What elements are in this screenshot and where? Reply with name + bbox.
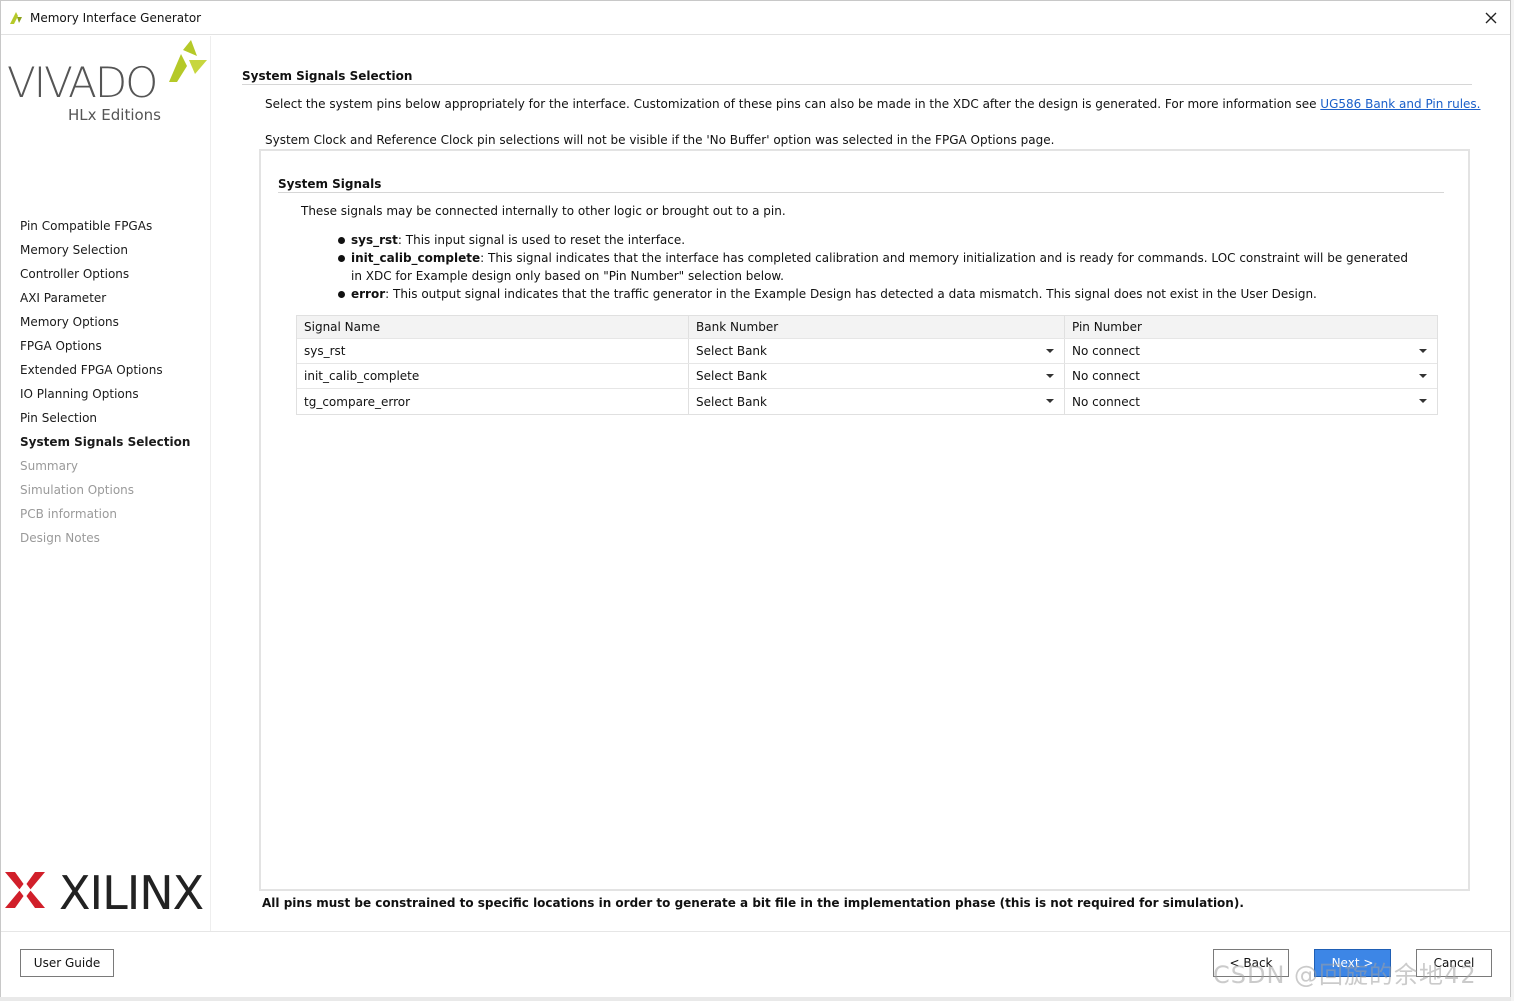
- signal-name-cell: init_calib_complete: [297, 364, 689, 388]
- chevron-down-icon: [1046, 399, 1054, 403]
- vivado-logo: VIVADO HLx Editions: [5, 40, 211, 138]
- bank-number-dropdown[interactable]: Select Bank: [689, 389, 1065, 414]
- chevron-down-icon: [1419, 374, 1427, 378]
- table-row: sys_rst Select Bank No connect: [297, 339, 1437, 364]
- chevron-down-icon: [1419, 349, 1427, 353]
- table-header-row: Signal Name Bank Number Pin Number: [297, 316, 1437, 339]
- table-row: init_calib_complete Select Bank No conne…: [297, 364, 1437, 389]
- nav-item-memory-options[interactable]: Memory Options: [20, 310, 190, 334]
- page-title: System Signals Selection: [242, 69, 413, 83]
- bullet-signal-text: : This input signal is used to reset the…: [397, 233, 686, 247]
- nav-item-controller-options[interactable]: Controller Options: [20, 262, 190, 286]
- window-title: Memory Interface Generator: [30, 11, 202, 25]
- system-signals-panel: System Signals These signals may be conn…: [259, 149, 1470, 891]
- header-bank-number[interactable]: Bank Number: [689, 316, 1065, 338]
- close-icon: [1485, 12, 1497, 24]
- bullet-sys-rst: sys_rst: This input signal is used to re…: [335, 231, 1415, 249]
- bank-number-dropdown[interactable]: Select Bank: [689, 339, 1065, 363]
- constraint-footnote: All pins must be constrained to specific…: [262, 896, 1244, 910]
- pin-number-dropdown[interactable]: No connect: [1065, 364, 1437, 388]
- hlx-editions-label: HLx Editions: [68, 106, 161, 124]
- header-pin-number[interactable]: Pin Number: [1065, 316, 1437, 338]
- csdn-watermark: CSDN @回旋的余地42: [1213, 961, 1477, 989]
- signal-name-cell: sys_rst: [297, 339, 689, 363]
- pin-number-value: No connect: [1072, 369, 1140, 383]
- nav-item-memory-selection[interactable]: Memory Selection: [20, 238, 190, 262]
- nav-item-fpga-options[interactable]: FPGA Options: [20, 334, 190, 358]
- pin-number-value: No connect: [1072, 344, 1140, 358]
- intro-text: Select the system pins below appropriate…: [265, 97, 1481, 111]
- main-content: System Signals Selection Select the syst…: [212, 36, 1510, 931]
- bullet-signal-name: error: [351, 287, 386, 301]
- pin-number-value: No connect: [1072, 394, 1140, 409]
- bullet-signal-name: sys_rst: [351, 233, 398, 247]
- nav-item-design-notes: Design Notes: [20, 531, 100, 545]
- bullet-signal-text: : This output signal indicates that the …: [385, 287, 1317, 301]
- bullet-signal-text: : This signal indicates that the interfa…: [351, 251, 1409, 283]
- intro-text-body: Select the system pins below appropriate…: [265, 97, 1321, 111]
- clock-note-text: System Clock and Reference Clock pin sel…: [265, 133, 1055, 147]
- signal-name-cell: tg_compare_error: [297, 389, 689, 414]
- user-guide-button[interactable]: User Guide: [20, 949, 114, 977]
- signal-descriptions: sys_rst: This input signal is used to re…: [335, 231, 1415, 303]
- chevron-down-icon: [1419, 399, 1427, 403]
- pin-number-dropdown[interactable]: No connect: [1065, 389, 1437, 414]
- mig-dialog-window: Memory Interface Generator VIVADO HLx Ed…: [0, 0, 1511, 997]
- bank-number-value: Select Bank: [696, 344, 767, 358]
- nav-item-extended-fpga-options[interactable]: Extended FPGA Options: [20, 358, 190, 382]
- pin-number-dropdown[interactable]: No connect: [1065, 339, 1437, 363]
- wizard-sidebar: VIVADO HLx Editions Pin Compatible FPGAs…: [1, 36, 211, 931]
- bullet-init-calib-complete: init_calib_complete: This signal indicat…: [335, 249, 1415, 285]
- panel-divider: [278, 192, 1444, 193]
- nav-item-simulation-options: Simulation Options: [20, 483, 135, 497]
- ug586-link[interactable]: UG586 Bank and Pin rules.: [1320, 97, 1480, 111]
- bank-number-value: Select Bank: [696, 369, 767, 383]
- panel-description: These signals may be connected internall…: [301, 204, 786, 218]
- vivado-leaf-icon: [169, 40, 207, 82]
- wizard-steps-nav: Pin Compatible FPGAs Memory Selection Co…: [20, 214, 190, 550]
- xilinx-logo: XILINX: [5, 866, 211, 920]
- chevron-down-icon: [1046, 349, 1054, 353]
- chevron-down-icon: [1046, 374, 1054, 378]
- xilinx-wordmark: XILINX: [59, 866, 204, 920]
- header-signal-name[interactable]: Signal Name: [297, 316, 689, 338]
- vivado-wordmark: VIVADO: [7, 58, 158, 107]
- bank-number-dropdown[interactable]: Select Bank: [689, 364, 1065, 388]
- vivado-app-icon: [10, 12, 22, 24]
- close-button[interactable]: [1478, 5, 1504, 31]
- bank-number-value: Select Bank: [696, 394, 767, 409]
- nav-item-system-signals-selection[interactable]: System Signals Selection: [20, 430, 190, 454]
- title-bar: Memory Interface Generator: [1, 1, 1510, 35]
- nav-item-pcb-information: PCB information: [20, 507, 117, 521]
- nav-item-pin-selection[interactable]: Pin Selection: [20, 406, 190, 430]
- bullet-signal-name: init_calib_complete: [351, 251, 481, 265]
- nav-item-summary: Summary: [20, 459, 78, 473]
- panel-title: System Signals: [278, 177, 382, 191]
- signals-table: Signal Name Bank Number Pin Number sys_r…: [296, 315, 1438, 415]
- nav-item-axi-parameter[interactable]: AXI Parameter: [20, 286, 190, 310]
- table-row: tg_compare_error Select Bank No connect: [297, 389, 1437, 414]
- xilinx-mark-icon: [5, 872, 45, 908]
- nav-item-io-planning-options[interactable]: IO Planning Options: [20, 382, 190, 406]
- nav-item-pin-compatible-fpgas[interactable]: Pin Compatible FPGAs: [20, 214, 190, 238]
- bullet-error: error: This output signal indicates that…: [335, 285, 1415, 303]
- title-divider: [242, 84, 1472, 85]
